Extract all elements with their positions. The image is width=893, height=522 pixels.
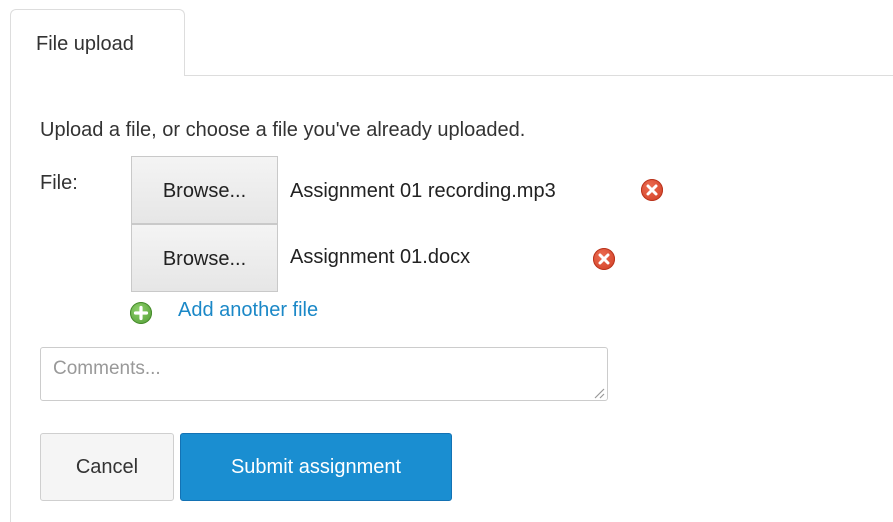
resize-handle-icon[interactable]	[592, 386, 605, 399]
file-field-label: File:	[40, 172, 78, 194]
comments-field[interactable]	[40, 347, 608, 401]
cancel-button[interactable]: Cancel	[40, 433, 174, 501]
add-another-file-link[interactable]: Add another file	[178, 299, 318, 322]
remove-file-2-icon[interactable]	[593, 248, 615, 270]
browse-button-1[interactable]: Browse...	[131, 156, 278, 224]
remove-file-1-icon[interactable]	[641, 179, 663, 201]
browse-button-2[interactable]: Browse...	[131, 224, 278, 292]
submit-assignment-button[interactable]: Submit assignment	[180, 433, 452, 501]
tab-file-upload[interactable]: File upload	[10, 9, 185, 76]
tab-file-upload-label: File upload	[36, 33, 134, 55]
selected-file-name-1: Assignment 01 recording.mp3	[290, 180, 556, 202]
selected-file-name-2: Assignment 01.docx	[290, 246, 471, 268]
panel-border	[10, 75, 11, 522]
upload-instructions: Upload a file, or choose a file you've a…	[40, 119, 526, 141]
tab-strip-divider	[185, 75, 893, 76]
plus-circle-icon[interactable]	[130, 302, 152, 324]
